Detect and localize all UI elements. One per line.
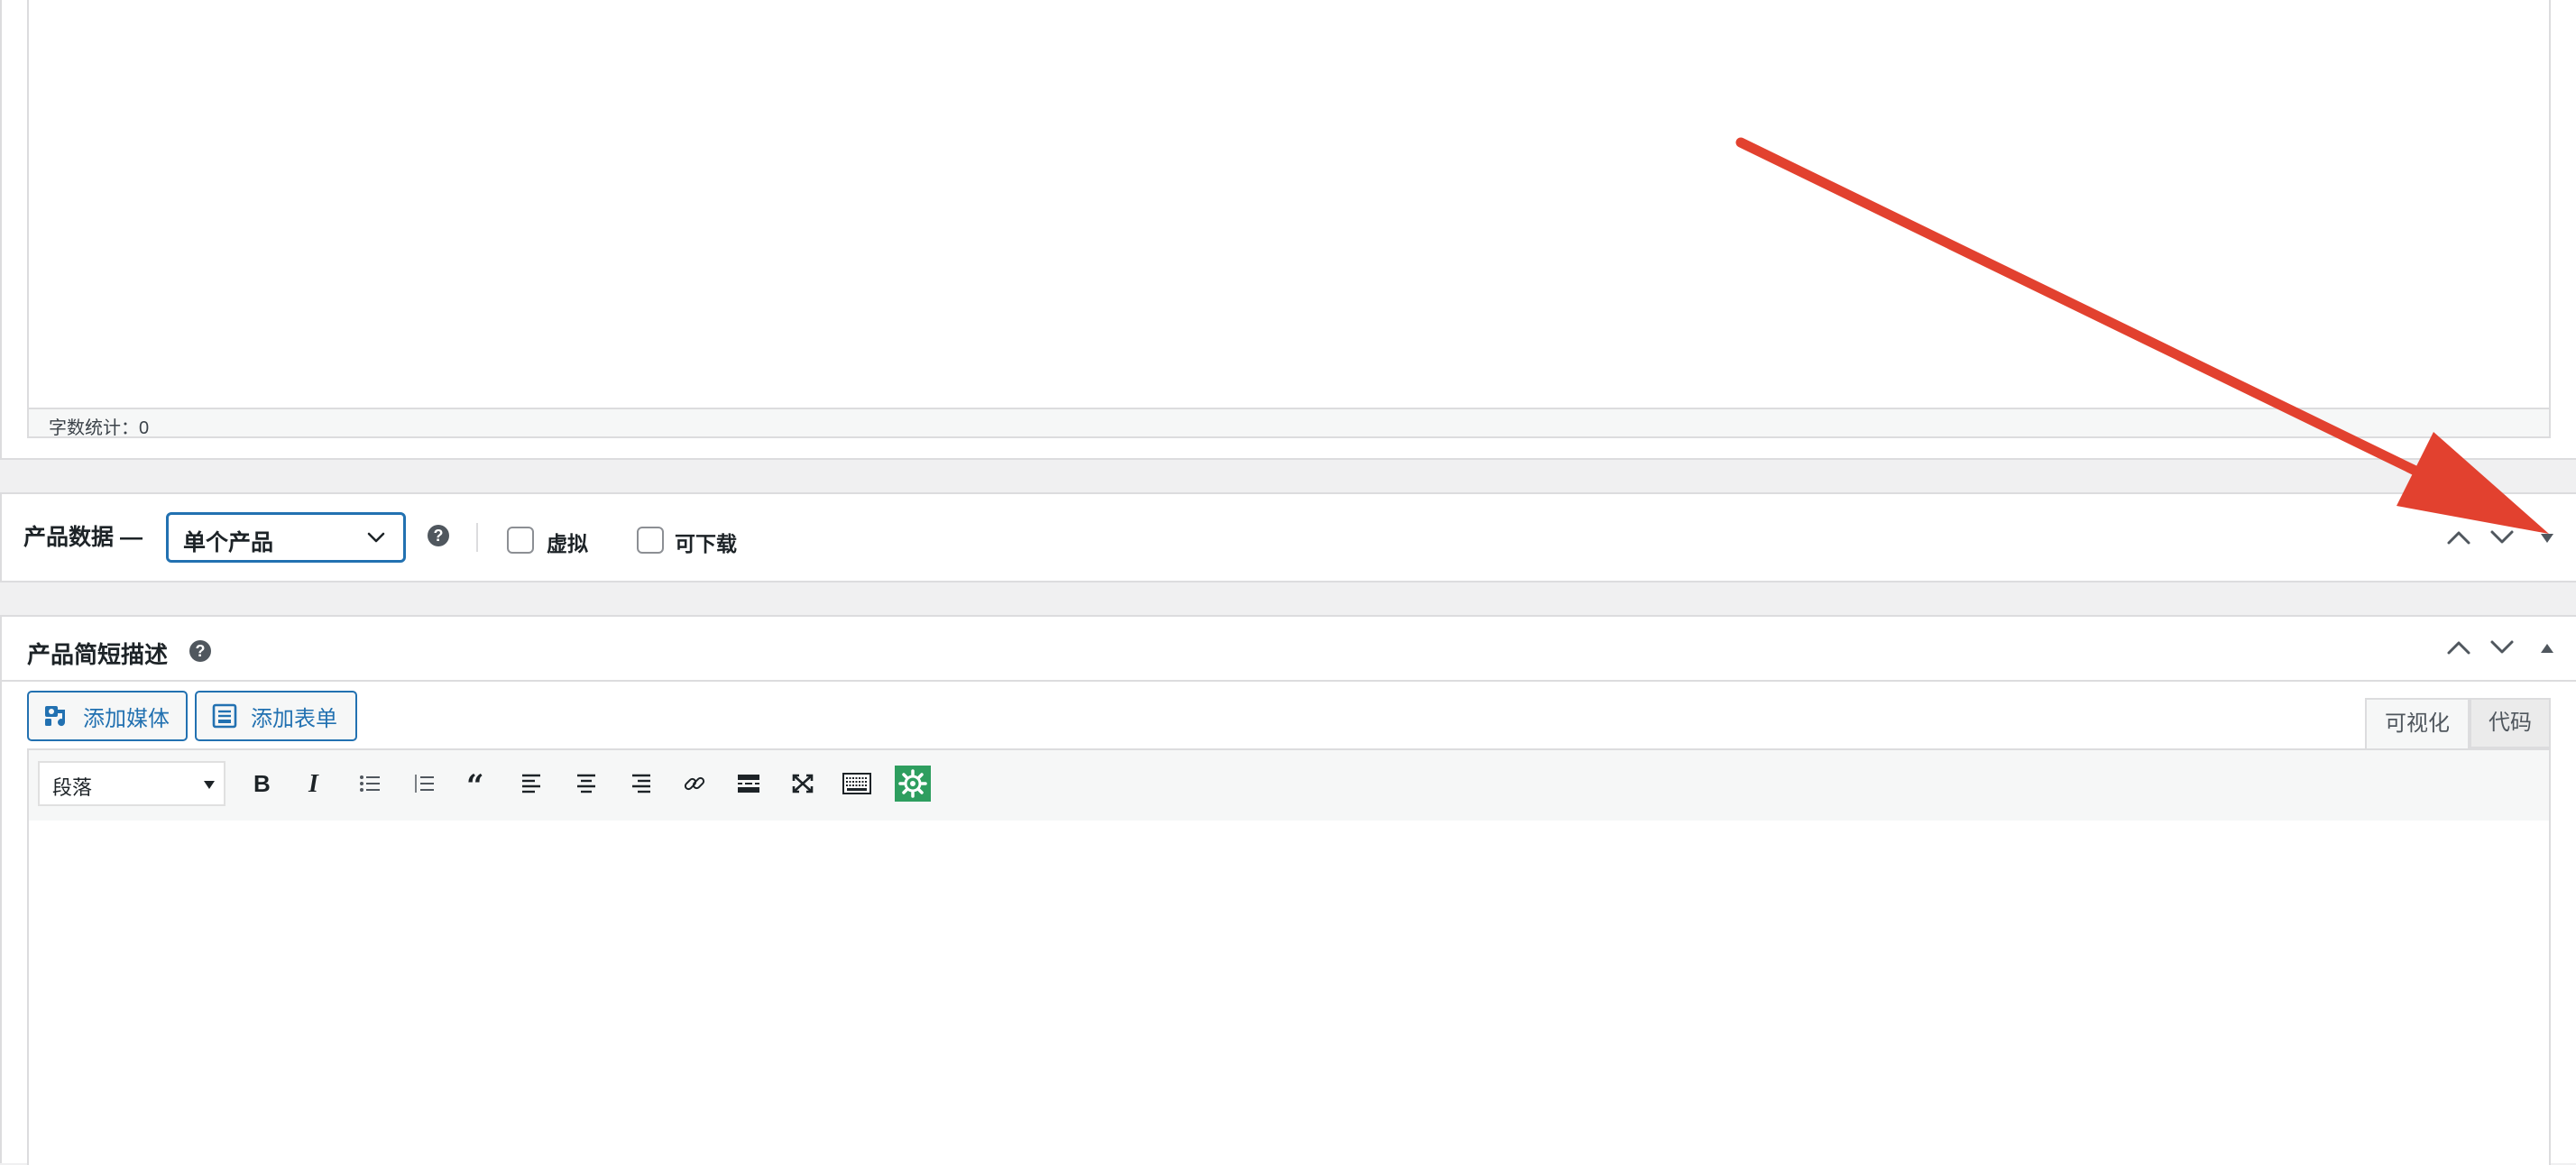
blockquote-icon[interactable]: “ — [460, 765, 496, 803]
virtual-label[interactable]: 虚拟 — [547, 527, 588, 557]
downloadable-checkbox[interactable] — [637, 527, 664, 554]
add-media-button[interactable]: 添加媒体 — [27, 691, 188, 741]
chevron-up-icon[interactable] — [2444, 637, 2473, 658]
caret-down-icon — [204, 781, 215, 789]
toggle-arrow-icon[interactable] — [2538, 530, 2556, 546]
editor-toolbar: 段落 B I “ — [27, 748, 2551, 822]
chevron-down-icon[interactable] — [2488, 527, 2516, 548]
toggle-arrow-icon[interactable] — [2538, 640, 2556, 656]
numbered-list-icon[interactable] — [406, 765, 442, 803]
product-type-select[interactable]: 单个产品 — [166, 512, 406, 563]
virtual-checkbox[interactable] — [507, 527, 534, 554]
chevron-down-icon[interactable] — [2488, 637, 2516, 658]
align-right-icon[interactable] — [622, 765, 658, 803]
short-description-content-area[interactable] — [27, 821, 2551, 1165]
divider — [476, 523, 478, 552]
bulleted-list-icon[interactable] — [352, 765, 388, 803]
main-editor-content-area[interactable] — [27, 0, 2551, 409]
tab-code[interactable]: 代码 — [2470, 698, 2551, 748]
fullscreen-icon[interactable] — [785, 765, 821, 803]
help-icon[interactable]: ? — [428, 525, 449, 546]
product-type-value: 单个产品 — [183, 530, 274, 555]
add-form-button[interactable]: 添加表单 — [195, 691, 357, 741]
align-left-icon[interactable] — [514, 765, 550, 803]
product-data-panel: 产品数据 — 单个产品 ? 虚拟 可下载 — [0, 492, 2576, 582]
align-center-icon[interactable] — [568, 765, 604, 803]
add-form-label: 添加表单 — [251, 706, 337, 731]
keyboard-icon[interactable] — [839, 765, 875, 803]
format-value: 段落 — [52, 776, 93, 799]
bold-icon[interactable]: B — [244, 765, 280, 803]
svg-text:“: “ — [466, 773, 484, 794]
main-description-panel: 字数统计：0 — [0, 0, 2576, 460]
link-icon[interactable] — [676, 765, 713, 803]
editor-status-bar: 字数统计：0 — [27, 408, 2551, 438]
downloadable-label[interactable]: 可下载 — [675, 527, 737, 557]
add-media-label: 添加媒体 — [83, 706, 170, 731]
chevron-up-icon[interactable] — [2444, 527, 2473, 548]
short-description-title: 产品简短描述 — [27, 641, 169, 668]
read-more-icon[interactable] — [731, 765, 767, 803]
short-description-header: 产品简短描述 ? — [2, 617, 2576, 682]
word-count: 字数统计：0 — [49, 418, 150, 438]
product-data-title: 产品数据 — — [23, 525, 143, 550]
italic-icon[interactable]: I — [298, 765, 334, 803]
tab-visual[interactable]: 可视化 — [2365, 698, 2470, 750]
svg-text:B: B — [253, 771, 271, 796]
svg-text:I: I — [308, 771, 319, 796]
chevron-down-icon — [367, 532, 385, 543]
media-icon — [45, 706, 66, 727]
format-select[interactable]: 段落 — [38, 761, 225, 806]
form-icon — [212, 703, 237, 729]
short-description-panel: 产品简短描述 ? 添加媒体 添加表单 可视化 代码 段落 B I “ — [0, 615, 2576, 1165]
help-icon[interactable]: ? — [189, 640, 211, 662]
plugin-gear-icon[interactable] — [895, 765, 931, 803]
